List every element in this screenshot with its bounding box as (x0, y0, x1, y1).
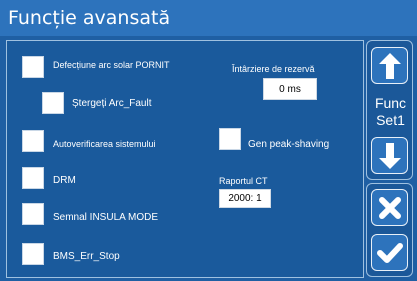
drm-checkbox[interactable] (22, 167, 44, 189)
bms-err-stop-checkbox[interactable] (22, 243, 44, 265)
peak-shaving-checkbox[interactable] (219, 128, 241, 150)
self-check-label: Autoverificarea sistemului (53, 139, 156, 149)
func-set-line1: Func (374, 95, 407, 111)
cancel-button[interactable] (371, 189, 408, 226)
action-group (366, 183, 413, 277)
page-nav-group: Func Set1 (366, 40, 413, 180)
confirm-button[interactable] (371, 234, 408, 271)
peak-shaving-label: Gen peak-shaving (248, 139, 330, 150)
drm-label: DRM (53, 175, 76, 186)
island-mode-checkbox[interactable] (22, 203, 44, 225)
ct-ratio-label: Raportul CT (219, 176, 268, 186)
checkmark-icon (376, 242, 403, 263)
bms-err-stop-label: BMS_Err_Stop (53, 251, 120, 262)
clear-arc-fault-checkbox[interactable] (42, 92, 64, 114)
page-title: Funcție avansată (8, 7, 171, 29)
island-mode-label: Semnal INSULA MODE (53, 212, 159, 223)
backup-delay-label: Întârziere de rezervă (232, 64, 315, 74)
page-up-button[interactable] (371, 47, 408, 84)
ct-ratio-input[interactable]: 2000: 1 (219, 189, 271, 208)
clear-arc-fault-label: Ștergeți Arc_Fault (72, 98, 152, 109)
arc-fault-checkbox[interactable] (22, 56, 44, 78)
arc-fault-label: Defecțiune arc solar PORNIT (53, 60, 170, 70)
arrow-down-icon (378, 142, 401, 169)
func-set-line2: Set1 (376, 112, 405, 128)
close-icon (378, 196, 401, 219)
header-bar: Funcție avansată (0, 0, 417, 36)
page-down-button[interactable] (371, 137, 408, 174)
settings-panel (6, 40, 364, 278)
self-check-checkbox[interactable] (22, 130, 44, 152)
arrow-up-icon (378, 52, 401, 79)
backup-delay-input[interactable]: 0 ms (263, 78, 317, 100)
